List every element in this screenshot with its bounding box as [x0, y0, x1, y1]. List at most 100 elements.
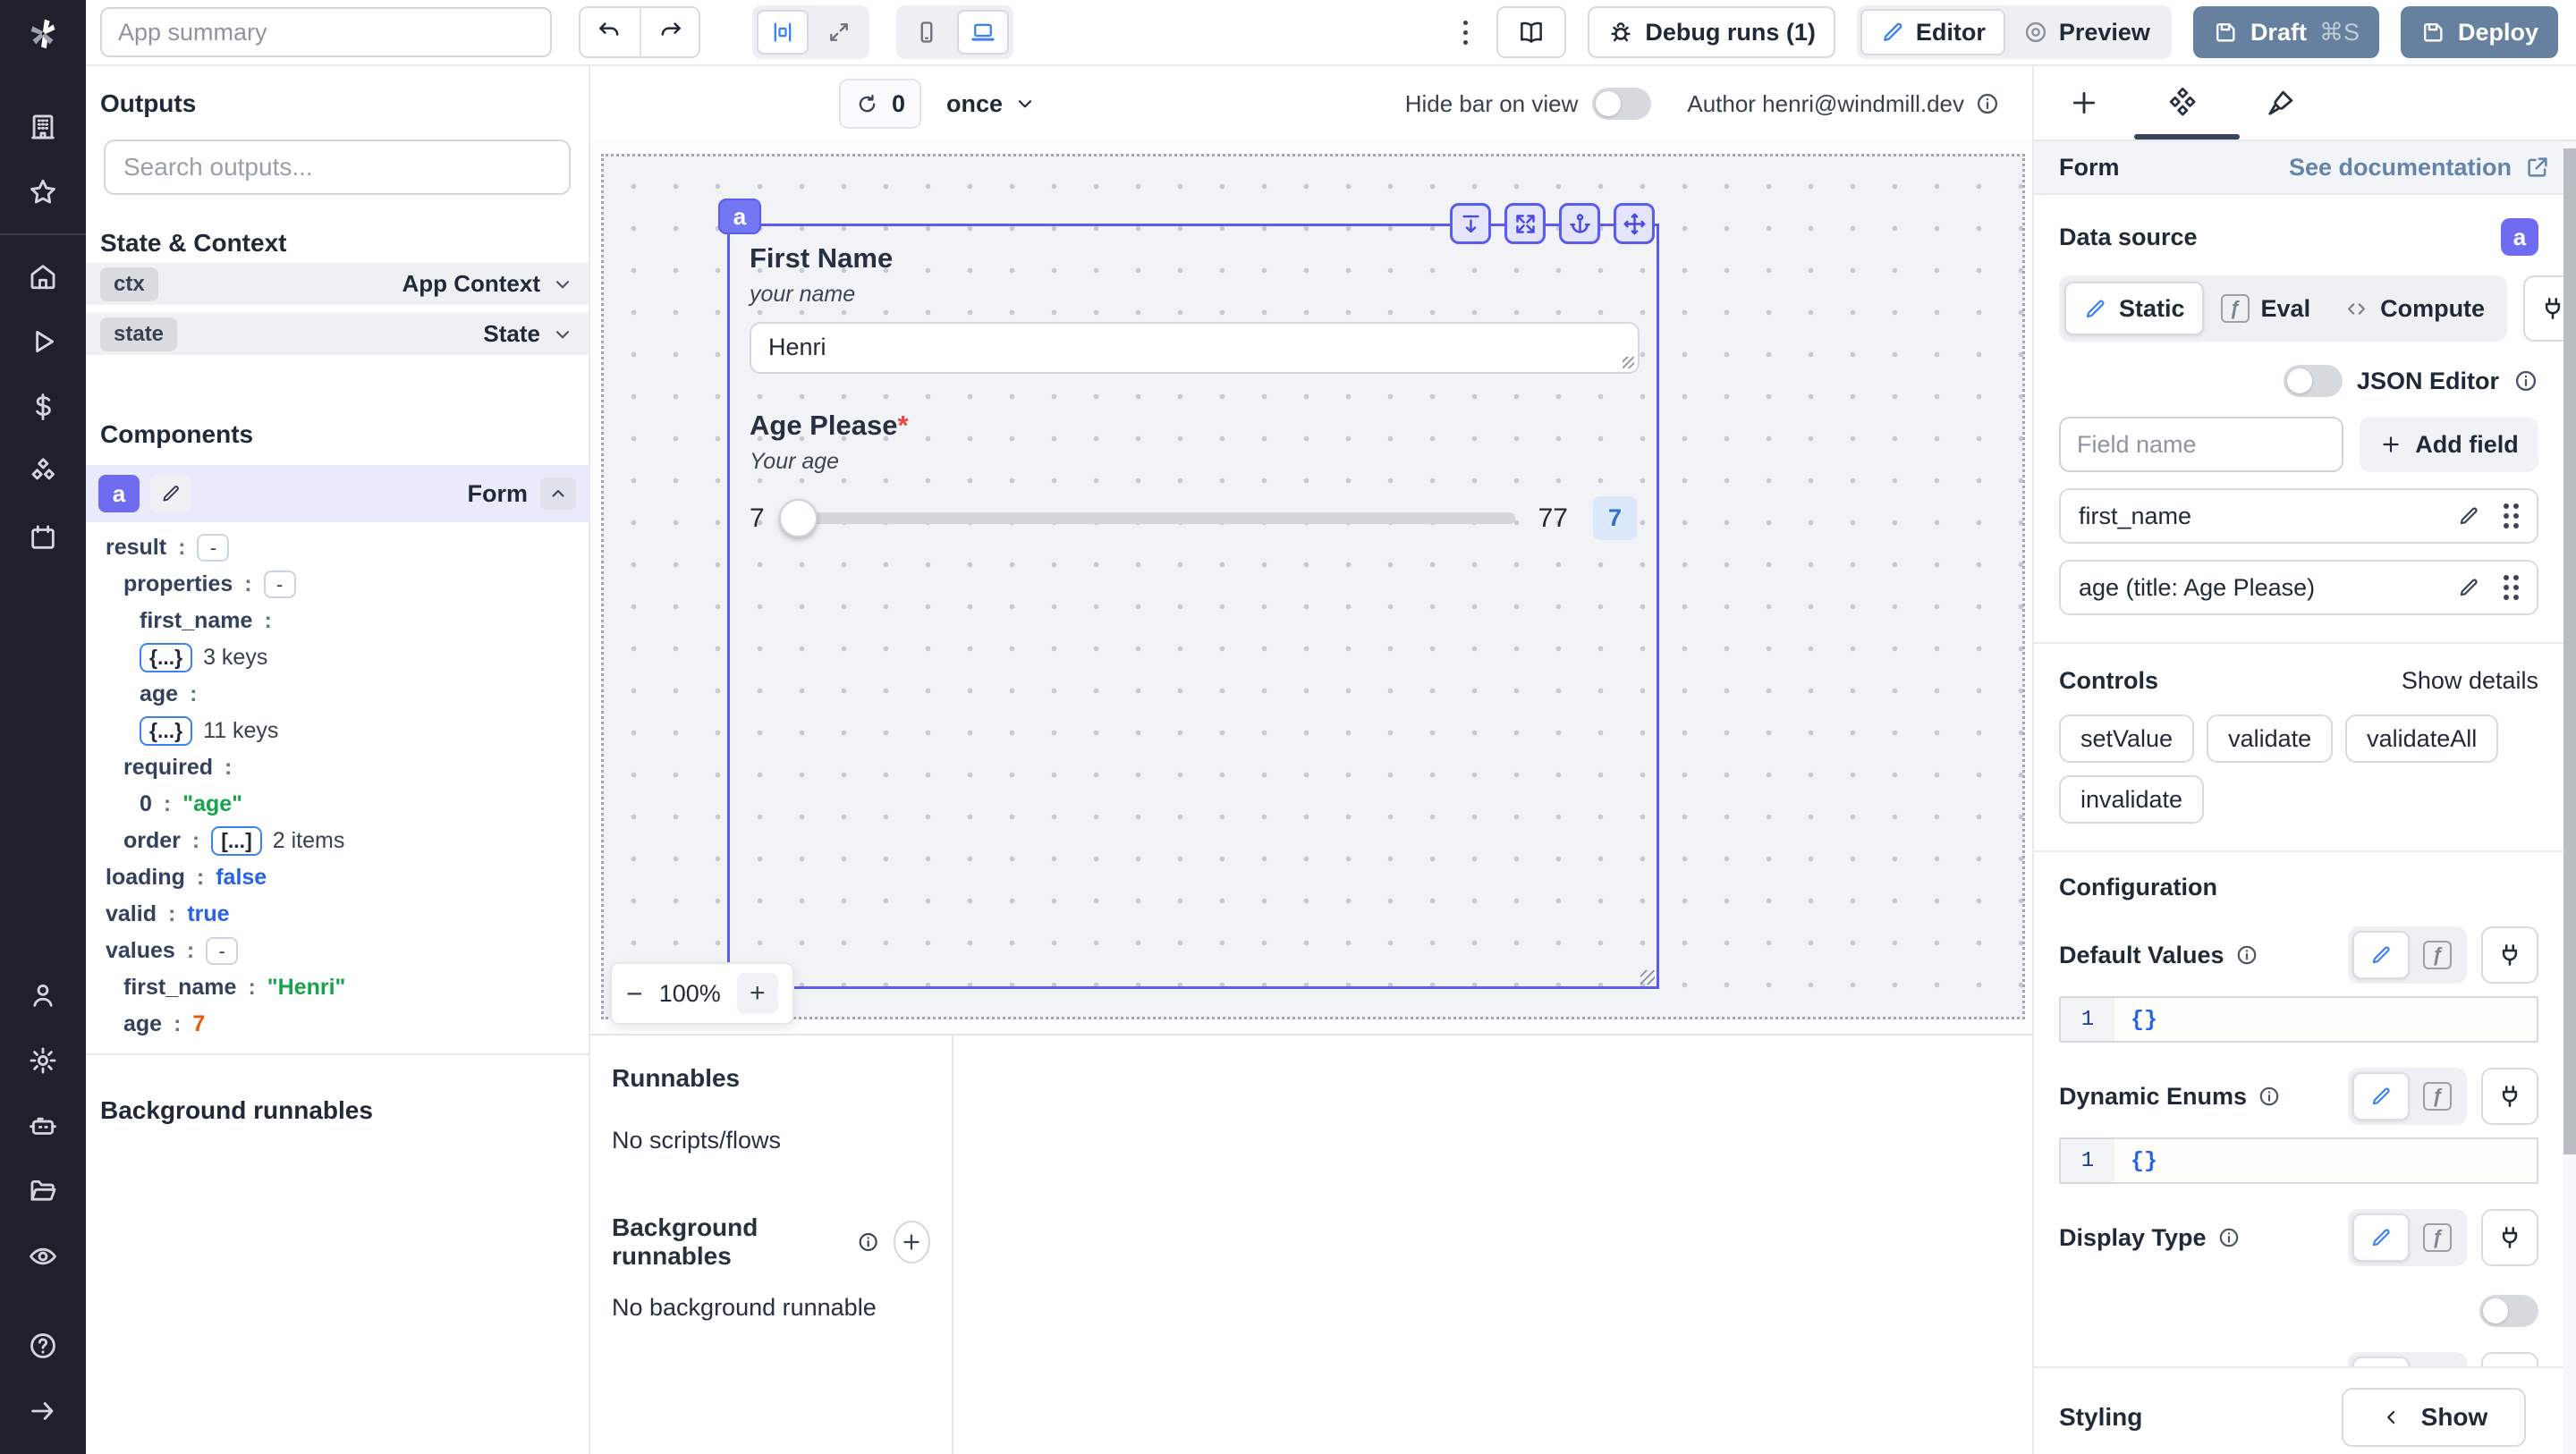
- eval-function-button[interactable]: ƒ: [2412, 931, 2462, 979]
- runs-play-icon[interactable]: [25, 324, 61, 359]
- bug-icon: [1611, 22, 1631, 42]
- collapse-node-button[interactable]: -: [197, 534, 230, 562]
- home-icon[interactable]: [25, 258, 61, 294]
- edit-field-pencil-icon[interactable]: [2457, 576, 2480, 599]
- control-setvalue[interactable]: setValue: [2059, 714, 2195, 763]
- zoom-out-button[interactable]: −: [626, 977, 643, 1010]
- show-details-link[interactable]: Show details: [2402, 667, 2538, 695]
- favorites-star-icon[interactable]: [25, 174, 61, 210]
- draft-button[interactable]: Draft ⌘S: [2192, 6, 2379, 58]
- see-documentation-link[interactable]: See documentation: [2289, 154, 2551, 182]
- control-validate[interactable]: validate: [2207, 714, 2334, 763]
- expand-array-pill[interactable]: [...]: [211, 826, 262, 856]
- edit-field-pencil-icon[interactable]: [2457, 504, 2480, 528]
- help-icon[interactable]: [25, 1328, 61, 1364]
- collapse-node-button[interactable]: -: [263, 571, 296, 598]
- more-menu-icon[interactable]: [1456, 20, 1475, 45]
- scrollbar-thumb[interactable]: [2563, 148, 2576, 1154]
- variables-dollar-icon[interactable]: [25, 389, 61, 425]
- schedules-calendar-icon[interactable]: [25, 520, 61, 555]
- static-pencil-button[interactable]: [2352, 931, 2410, 979]
- audit-eye-icon[interactable]: [25, 1238, 61, 1274]
- workspace-building-icon[interactable]: [25, 109, 61, 145]
- drag-handle-icon[interactable]: [2504, 575, 2519, 600]
- field-name-input[interactable]: [2059, 417, 2343, 472]
- control-invalidate[interactable]: invalidate: [2059, 775, 2205, 824]
- search-outputs-input[interactable]: [104, 139, 571, 195]
- app-summary-input[interactable]: [100, 7, 552, 57]
- display-type-toggle[interactable]: [2479, 1295, 2538, 1327]
- redo-button[interactable]: [640, 8, 699, 56]
- move-button[interactable]: [1614, 203, 1655, 244]
- first-name-textarea[interactable]: Henri: [750, 322, 1640, 374]
- resources-cubes-icon[interactable]: [25, 454, 61, 490]
- hide-bar-toggle[interactable]: [1592, 88, 1652, 120]
- tree-row: {...} 11 keys: [86, 713, 589, 749]
- add-background-runnable-button[interactable]: [893, 1221, 930, 1264]
- pencil-icon: [163, 486, 179, 502]
- expand-object-pill[interactable]: {...}: [140, 643, 193, 672]
- insert-component-tab[interactable]: [2064, 83, 2104, 123]
- slider-thumb[interactable]: [778, 499, 818, 537]
- tab-preview[interactable]: Preview: [2005, 9, 2168, 55]
- canvas-grid[interactable]: a First Name your name Henri Age Please*…: [601, 154, 2025, 1019]
- styling-brush-tab[interactable]: [2261, 83, 2301, 123]
- collapse-node-button[interactable]: -: [206, 937, 239, 965]
- control-validateall[interactable]: validateAll: [2345, 714, 2499, 763]
- component-settings-tab[interactable]: [2163, 83, 2202, 123]
- mobile-view-button[interactable]: [901, 10, 953, 55]
- age-slider[interactable]: [778, 499, 1515, 537]
- mode-eval[interactable]: ƒ Eval: [2204, 282, 2328, 335]
- tab-editor[interactable]: Editor: [1860, 9, 2005, 55]
- static-pencil-button[interactable]: [2352, 1213, 2410, 1262]
- runnables-empty-text: No scripts/flows: [612, 1127, 782, 1154]
- refresh-mode-dropdown[interactable]: once: [946, 90, 1037, 118]
- default-values-code-editor[interactable]: 1 {}: [2059, 996, 2538, 1043]
- zoom-in-button[interactable]: +: [736, 973, 778, 1014]
- anchor-button[interactable]: [1559, 203, 1600, 244]
- center-layout-button[interactable]: [757, 10, 809, 55]
- component-row-a[interactable]: a Form: [86, 465, 589, 522]
- docs-book-button[interactable]: [1496, 6, 1567, 58]
- json-editor-toggle[interactable]: [2283, 365, 2343, 397]
- settings-gear-icon[interactable]: [25, 1043, 61, 1078]
- connect-plug-button[interactable]: [2481, 1068, 2538, 1125]
- static-pencil-button[interactable]: [2352, 1072, 2410, 1120]
- expand-object-pill[interactable]: {...}: [140, 716, 193, 746]
- rename-component-button[interactable]: [150, 475, 191, 512]
- expand-fullwidth-button[interactable]: [1504, 203, 1546, 244]
- folders-icon[interactable]: [25, 1173, 61, 1209]
- ctx-type-label: App Context: [402, 270, 540, 297]
- user-icon[interactable]: [25, 977, 61, 1013]
- field-row-first-name[interactable]: first_name: [2059, 488, 2538, 544]
- expand-down-button[interactable]: [1450, 203, 1491, 244]
- fullscreen-layout-button[interactable]: [813, 10, 865, 55]
- collapse-arrow-right-icon[interactable]: [25, 1393, 61, 1429]
- desktop-view-button[interactable]: [957, 10, 1009, 55]
- eval-function-button[interactable]: ƒ: [2412, 1072, 2462, 1120]
- debug-runs-button[interactable]: Debug runs (1): [1588, 6, 1835, 58]
- preview-eye-icon: [2025, 21, 2046, 43]
- state-row[interactable]: state State: [86, 313, 589, 358]
- ctx-row[interactable]: ctx App Context: [86, 263, 589, 308]
- styling-show-button[interactable]: Show: [2342, 1388, 2526, 1447]
- plus-icon: [2072, 91, 2096, 114]
- collapse-component-button[interactable]: [540, 478, 576, 510]
- eval-function-button[interactable]: ƒ: [2412, 1213, 2462, 1262]
- mode-static[interactable]: Static: [2064, 282, 2204, 335]
- workers-robot-icon[interactable]: [25, 1108, 61, 1144]
- deploy-button[interactable]: Deploy: [2400, 6, 2558, 58]
- connect-plug-button[interactable]: [2481, 926, 2538, 984]
- drag-handle-icon[interactable]: [2504, 503, 2519, 528]
- undo-button[interactable]: [580, 8, 640, 56]
- app-canvas: a First Name your name Henri Age Please*…: [590, 141, 2032, 1034]
- connect-plug-button[interactable]: [2481, 1209, 2538, 1266]
- panel-scrollbar[interactable]: [2563, 141, 2576, 1454]
- refresh-count-button[interactable]: 0: [839, 79, 922, 129]
- field-row-age[interactable]: age (title: Age Please): [2059, 560, 2538, 615]
- dynamic-enums-code-editor[interactable]: 1 {}: [2059, 1137, 2538, 1184]
- selected-form-component[interactable]: a First Name your name Henri Age Please*…: [718, 199, 1659, 989]
- windmill-logo-icon[interactable]: [0, 0, 86, 66]
- add-field-button[interactable]: Add field: [2360, 417, 2538, 472]
- mode-compute[interactable]: Compute: [2327, 282, 2502, 335]
